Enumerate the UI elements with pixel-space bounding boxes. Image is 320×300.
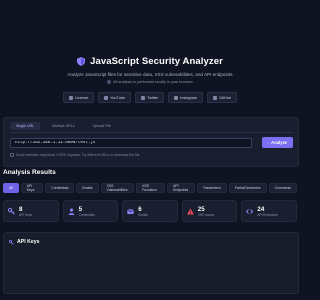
page-subtitle: Analyze JavaScript files for sensitive d…	[67, 72, 233, 77]
youtube-icon	[104, 95, 109, 100]
instagram-link[interactable]: Instagram	[168, 92, 204, 103]
header: JavaScript Security Analyzer Analyze Jav…	[0, 56, 300, 84]
stat-card-emails[interactable]: 6 Emails	[122, 200, 178, 222]
social-links: License YouTube Twitter Instagram GitHub	[0, 92, 300, 103]
stat-value: 8	[19, 205, 23, 213]
filter-parameters[interactable]: Parameters	[197, 183, 227, 193]
input-panel: Single URL Multiple URLs Upload File Ana…	[3, 117, 299, 167]
cors-hint-text: Some websites may block CORS requests. T…	[16, 153, 141, 157]
stat-label: API Endpoints	[257, 212, 278, 217]
envelope-icon	[127, 208, 134, 214]
analyze-label: Analyze	[271, 140, 287, 145]
filter-comments[interactable]: Comments	[268, 183, 297, 193]
license-label: License	[75, 95, 89, 100]
page-title: JavaScript Security Analyzer	[90, 56, 223, 67]
search-icon	[268, 141, 270, 144]
github-link[interactable]: GitHub	[207, 92, 237, 103]
stat-text: 5 Credentials	[79, 206, 95, 217]
filter-tabs: All API Keys Credentials Emails XSS Vuln…	[3, 183, 297, 193]
stat-value: 25	[197, 205, 205, 213]
title-row: JavaScript Security Analyzer	[0, 56, 300, 67]
stat-text: 8 API Keys	[19, 206, 32, 217]
section-title: API Keys	[17, 239, 40, 245]
stats-row: 8 API Keys 5 Credentials 6 Emails 25 XSS…	[3, 200, 297, 222]
stat-label: Emails	[138, 212, 148, 217]
filter-xss-vulnerabilities[interactable]: XSS Vulnerabilities	[100, 183, 135, 193]
tab-upload-file[interactable]: Upload File	[87, 122, 117, 130]
license-icon	[69, 95, 74, 100]
youtube-link[interactable]: YouTube	[98, 92, 132, 103]
section-header[interactable]: API Keys	[9, 239, 40, 245]
filter-xss-functions[interactable]: XSS Functions	[136, 183, 166, 193]
stat-card-credentials[interactable]: 5 Credentials	[62, 200, 119, 222]
filter-paths-directories[interactable]: Paths/Directories	[228, 183, 267, 193]
youtube-label: YouTube	[110, 95, 126, 100]
stat-card-api-endpoints[interactable]: 24 API Endpoints	[241, 200, 297, 222]
stat-text: 25 XSS Issues	[198, 206, 214, 217]
api-keys-section: API Keys	[3, 232, 299, 294]
cors-hint: Some websites may block CORS requests. T…	[10, 153, 140, 157]
results-title: Analysis Results	[3, 169, 56, 176]
github-icon	[213, 95, 218, 100]
github-label: GitHub	[219, 95, 231, 100]
tab-multiple-urls[interactable]: Multiple URLs	[46, 122, 80, 130]
filter-credentials[interactable]: Credentials	[45, 183, 75, 193]
stat-text: 6 Emails	[138, 206, 148, 217]
filter-api-endpoints[interactable]: API Endpoints	[167, 183, 196, 193]
info-icon	[10, 153, 14, 157]
key-icon	[8, 207, 15, 215]
twitter-link[interactable]: Twitter	[135, 92, 165, 103]
info-icon	[107, 80, 112, 84]
twitter-label: Twitter	[147, 95, 159, 100]
stat-value: 6	[138, 205, 142, 213]
license-link[interactable]: License	[63, 92, 95, 103]
key-icon	[9, 239, 14, 245]
privacy-note-text: All analysis is performed locally in you…	[113, 80, 193, 84]
stat-card-api-keys[interactable]: 8 API Keys	[3, 200, 59, 222]
stat-text: 24 API Endpoints	[257, 206, 277, 217]
url-input[interactable]	[10, 138, 252, 148]
filter-all[interactable]: All	[3, 183, 19, 193]
tab-divider	[10, 132, 293, 133]
user-icon	[68, 208, 74, 215]
twitter-icon	[141, 95, 146, 100]
shield-icon	[77, 57, 86, 66]
privacy-note: All analysis is performed locally in you…	[0, 80, 300, 84]
tab-single-url[interactable]: Single URL	[10, 122, 41, 130]
filter-emails[interactable]: Emails	[76, 183, 99, 193]
stat-value: 5	[78, 205, 83, 213]
instagram-label: Instagram	[180, 95, 198, 100]
input-tabs: Single URL Multiple URLs Upload File	[10, 122, 117, 130]
stat-label: Credentials	[78, 212, 95, 217]
stat-label: API Keys	[19, 212, 33, 217]
stat-value: 24	[257, 205, 265, 213]
filter-api-keys[interactable]: API Keys	[20, 183, 44, 193]
code-icon	[246, 208, 254, 214]
stat-card-xss[interactable]: 25 XSS Issues	[181, 200, 238, 222]
warning-icon	[186, 207, 194, 215]
app-page: JavaScript Security Analyzer Analyze Jav…	[0, 0, 300, 300]
analyze-button[interactable]: Analyze	[262, 137, 293, 148]
stat-label: XSS Issues	[197, 212, 215, 217]
instagram-icon	[174, 95, 179, 100]
